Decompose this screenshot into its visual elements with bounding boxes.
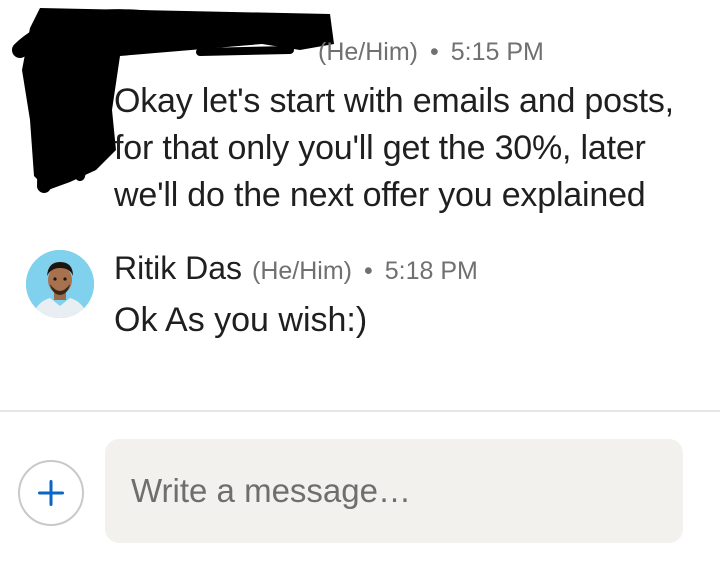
message-header: Ritik Das (He/Him) • 5:18 PM xyxy=(114,250,478,287)
plus-icon xyxy=(38,480,64,506)
message-line: Okay let's start with emails and posts, xyxy=(114,82,674,120)
divider xyxy=(0,410,720,412)
message-composer[interactable] xyxy=(105,439,683,543)
message-input[interactable] xyxy=(131,439,661,543)
sender-pronouns: (He/Him) xyxy=(318,38,418,66)
message-line: we'll do the next offer you explained xyxy=(114,176,646,214)
message-meta: (He/Him) • 5:15 PM xyxy=(318,38,544,67)
message-body: Okay let's start with emails and posts, … xyxy=(114,78,714,219)
message-item-1: (He/Him) • 5:15 PM Okay let's start with e… xyxy=(0,0,720,230)
avatar[interactable] xyxy=(26,250,94,318)
message-meta: (He/Him) • 5:18 PM xyxy=(252,257,478,285)
add-attachment-button[interactable] xyxy=(18,460,84,526)
avatar-portrait xyxy=(26,250,94,318)
separator-dot: • xyxy=(430,38,439,66)
message-body: Ok As you wish:) xyxy=(114,301,368,339)
sender-pronouns: (He/Him) xyxy=(252,257,353,285)
separator-dot: • xyxy=(364,257,373,285)
sender-name[interactable]: Ritik Das xyxy=(114,250,242,286)
message-time: 5:15 PM xyxy=(450,38,544,66)
message-line: for that only you'll get the 30%, later xyxy=(114,129,646,167)
message-time: 5:18 PM xyxy=(384,257,478,285)
